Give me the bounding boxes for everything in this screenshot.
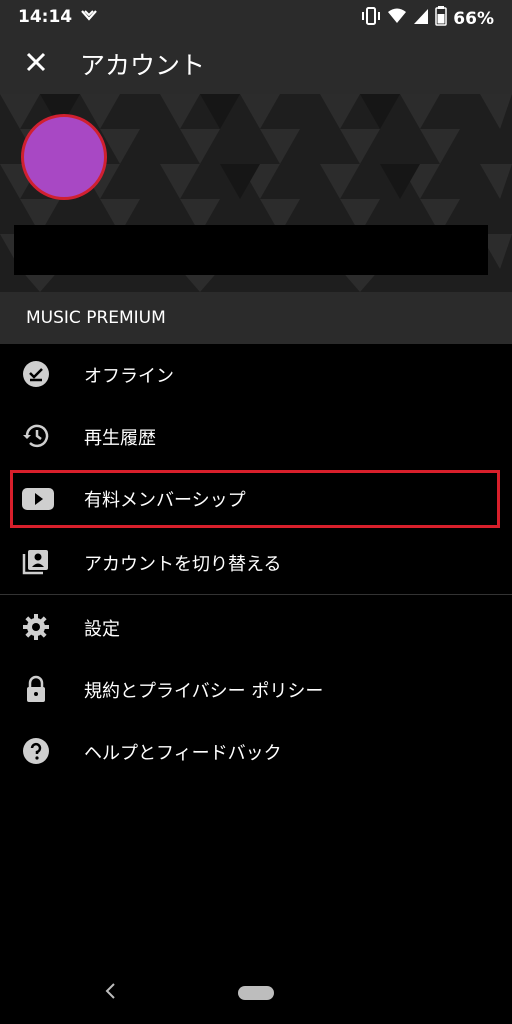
menu-item-help-feedback[interactable]: ヘルプとフィードバック	[0, 721, 512, 783]
menu-item-switch-account[interactable]: アカウントを切り替える	[0, 532, 512, 594]
highlight-box	[10, 470, 500, 528]
page-title: アカウント	[80, 51, 206, 80]
menu-item-label: オフライン	[84, 366, 174, 387]
help-icon	[22, 737, 50, 765]
status-time: 14:14	[18, 7, 73, 27]
section-label: MUSIC PREMIUM	[26, 308, 166, 328]
app-bar: アカウント	[0, 34, 512, 94]
back-icon[interactable]	[100, 980, 122, 1002]
history-icon	[22, 422, 50, 450]
battery-percent: 66%	[453, 8, 494, 29]
status-icons: 66%	[361, 6, 494, 31]
lock-icon	[22, 675, 50, 703]
menu-item-label: 設定	[84, 619, 120, 640]
section-header: MUSIC PREMIUM	[0, 292, 512, 344]
status-bar: 14:14 66%	[0, 0, 512, 34]
menu-item-label: 再生履歴	[84, 428, 156, 449]
profile-header	[0, 94, 512, 292]
menu-item-history[interactable]: 再生履歴	[0, 406, 512, 468]
menu-item-terms-privacy[interactable]: 規約とプライバシー ポリシー	[0, 659, 512, 721]
menu-item-label: 規約とプライバシー ポリシー	[84, 681, 324, 702]
signal-icon	[413, 7, 429, 30]
account-name-redacted	[14, 225, 488, 275]
vibrate-icon	[361, 7, 381, 30]
notification-icon	[80, 7, 98, 30]
wifi-icon	[387, 7, 407, 30]
offline-icon	[22, 360, 50, 388]
close-icon[interactable]	[20, 46, 52, 78]
avatar[interactable]	[21, 114, 107, 200]
menu-item-settings[interactable]: 設定	[0, 597, 512, 659]
home-button[interactable]	[238, 986, 274, 1000]
switch-account-icon	[22, 548, 50, 576]
menu-item-offline[interactable]: オフライン	[0, 344, 512, 406]
menu-item-label: アカウントを切り替える	[84, 554, 282, 575]
gear-icon	[22, 613, 50, 641]
menu-item-label: ヘルプとフィードバック	[84, 743, 282, 764]
battery-icon	[435, 6, 448, 31]
menu-divider	[0, 594, 512, 595]
